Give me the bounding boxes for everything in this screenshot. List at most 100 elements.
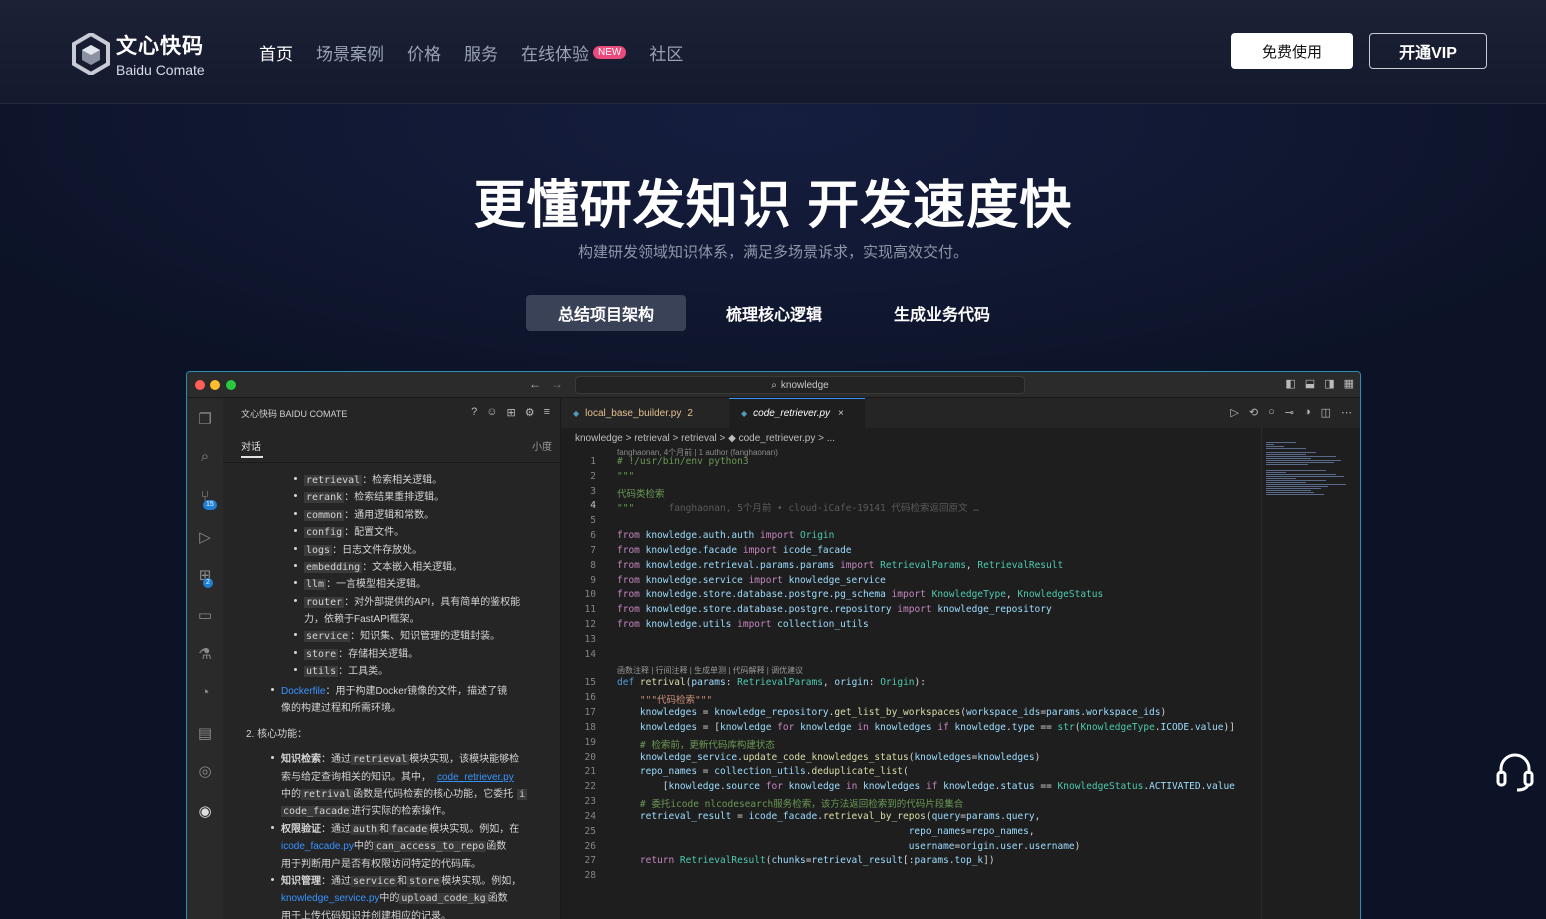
code-line[interactable]: 13 xyxy=(561,634,1261,649)
run-debug-icon[interactable]: ▷ xyxy=(195,528,215,548)
customer-support-icon[interactable] xyxy=(1496,752,1534,792)
back-arrow-icon[interactable]: ← xyxy=(529,377,541,391)
toggle-secondary-icon[interactable]: ◨ xyxy=(1324,377,1334,390)
more-icon[interactable]: ⋯ xyxy=(1341,406,1352,419)
text: 索与给定查询相关的知识。其中， xyxy=(281,772,431,783)
code-text: # 委托icode nlcodesearch服务检索，该方法返回检索到的代码片段… xyxy=(617,799,964,811)
code-line[interactable]: 5 xyxy=(561,515,1261,530)
menu-icon[interactable]: ≡ xyxy=(544,406,550,419)
nav-cases[interactable]: 场景案例 xyxy=(316,40,384,65)
remote-explorer-icon[interactable]: ▭ xyxy=(195,606,215,626)
free-use-button[interactable]: 免费使用 xyxy=(1231,33,1353,69)
user-icon[interactable]: ☺ xyxy=(486,406,497,419)
module-bullet xyxy=(294,494,297,497)
gear-icon[interactable]: ⚙ xyxy=(525,406,535,419)
forward-arrow-icon[interactable]: → xyxy=(551,377,563,391)
docker-icon[interactable]: ▤ xyxy=(195,724,215,744)
nav-community[interactable]: 社区 xyxy=(649,40,683,65)
code-line[interactable]: 27 return RetrievalResult(chunks=retriev… xyxy=(561,855,1261,870)
timeline-icon[interactable]: ◔ xyxy=(195,684,215,704)
code-line[interactable]: 16 """代码检索""" xyxy=(561,692,1261,707)
split-editor-icon[interactable]: ◫ xyxy=(1321,406,1331,419)
comate-icon[interactable]: ◉ xyxy=(195,802,215,822)
text: 和 xyxy=(379,824,390,835)
plugin-icon[interactable]: ⊞ xyxy=(506,406,515,419)
dockerfile-link[interactable]: Dockerfile xyxy=(281,686,325,697)
text: 模块实现。例如，在 xyxy=(429,824,520,835)
code-line[interactable]: 22 [knowledge.source for knowledge in kn… xyxy=(561,781,1261,796)
nav-home[interactable]: 首页 xyxy=(259,40,293,65)
line-number: 14 xyxy=(584,648,596,660)
git-graph-icon[interactable]: ◎ xyxy=(195,762,215,782)
code-line[interactable]: 12 from knowledge.utils import collection… xyxy=(561,619,1261,634)
module-code: store xyxy=(304,649,339,660)
code-line[interactable]: 23 # 委托icode nlcodesearch服务检索，该方法返回检索到的代… xyxy=(561,796,1261,811)
extensions-badge: 2 xyxy=(203,578,213,588)
code-line[interactable]: 9 from knowledge.service import knowledge… xyxy=(561,575,1261,590)
code-line[interactable]: 26 username=origin.user.username) xyxy=(561,841,1261,856)
logo[interactable]: 文心快码 Baidu Comate xyxy=(72,30,205,78)
code-line[interactable]: 21 repo_names = collection_utils.dedupli… xyxy=(561,766,1261,781)
close-tab-icon[interactable]: × xyxy=(838,408,844,419)
tab-summarize-architecture[interactable]: 总结项目架构 xyxy=(526,295,686,331)
code-line[interactable]: 14 xyxy=(561,649,1261,664)
feature-retrieval-line: 中的 retrival 函数是代码检索的核心功能，它委托 i xyxy=(281,785,528,800)
code-retriever-link[interactable]: code_retriever.py xyxy=(437,772,514,783)
close-dot-icon[interactable] xyxy=(195,380,205,390)
nav-pricing[interactable]: 价格 xyxy=(407,40,441,65)
layout-icon[interactable]: ▦ xyxy=(1344,377,1354,390)
icode-facade-link[interactable]: icode_facade.py xyxy=(281,841,354,852)
code-line[interactable]: 7 from knowledge.facade import icode_faca… xyxy=(561,545,1261,560)
next-change-icon[interactable]: ⊸ xyxy=(1285,406,1294,419)
code: i xyxy=(517,789,528,800)
code-line[interactable]: 28 xyxy=(561,870,1261,885)
tab-chat[interactable]: 对话 xyxy=(241,438,261,453)
tab-problem-count: 2 xyxy=(687,407,693,419)
code-line[interactable]: 1 # !/usr/bin/env python3 xyxy=(561,456,1261,471)
code-text: from knowledge.facade import icode_facad… xyxy=(617,544,852,556)
code-line[interactable]: 25 repo_names=repo_names, xyxy=(561,826,1261,841)
code-line[interactable]: 8 from knowledge.retrieval.params.params … xyxy=(561,560,1261,575)
tab-generate-code[interactable]: 生成业务代码 xyxy=(862,295,1022,331)
code-area[interactable]: 1 # !/usr/bin/env python3 2 """ 3 代码类检索 4 """ f… xyxy=(561,456,1261,919)
maximize-dot-icon[interactable] xyxy=(226,380,236,390)
run-icon[interactable]: ▷ xyxy=(1230,406,1238,419)
help-icon[interactable]: ? xyxy=(471,406,477,419)
explorer-icon[interactable]: ❐ xyxy=(195,410,215,430)
feature-retrieval: 知识检索：通过 retrieval 模块实现，该模块能够检 xyxy=(281,750,519,765)
git-lens-icon[interactable]: ◑ xyxy=(1304,406,1311,419)
toggle-sidebar-icon[interactable]: ◧ xyxy=(1285,377,1295,390)
minimap[interactable] xyxy=(1261,428,1360,919)
editor-tab-code-retriever[interactable]: ◆ code_retriever.py × xyxy=(729,398,865,428)
code-line[interactable]: 24 retrieval_result = icode_facade.retri… xyxy=(561,811,1261,826)
nav-online-trial[interactable]: 在线体验 NEW xyxy=(521,40,627,65)
circle-icon[interactable]: ○ xyxy=(1268,406,1275,419)
code-line[interactable]: 15 def retrival(params: RetrievalParams, … xyxy=(561,677,1261,692)
code-line[interactable]: 18 knowledges = [knowledge for knowledge… xyxy=(561,722,1261,737)
nav-services[interactable]: 服务 xyxy=(464,40,498,65)
search-icon[interactable]: ⌕ xyxy=(195,448,215,468)
code-line[interactable]: 17 knowledges = knowledge_repository.get… xyxy=(561,707,1261,722)
code-line[interactable]: 19 # 检索前，更新代码库构建状态 xyxy=(561,737,1261,752)
code-line[interactable]: 3 代码类检索 xyxy=(561,486,1261,501)
tab-core-logic[interactable]: 梳理核心逻辑 xyxy=(686,295,862,331)
open-vip-button[interactable]: 开通VIP xyxy=(1369,33,1487,69)
compare-icon[interactable]: ⟲ xyxy=(1249,406,1258,419)
line-number: 16 xyxy=(584,692,596,704)
code-line[interactable]: 6 from knowledge.auth.auth import Origin xyxy=(561,530,1261,545)
assistant-name[interactable]: 小度 xyxy=(532,438,552,453)
code-line[interactable]: 20 knowledge_service.update_code_knowled… xyxy=(561,752,1261,767)
editor-tab-local-base-builder[interactable]: ◆ local_base_builder.py 2 xyxy=(561,398,729,428)
code-line[interactable]: 4 """ fanghaonan, 5个月前 • cloud-iCafe-1914… xyxy=(561,500,1261,515)
minimize-dot-icon[interactable] xyxy=(210,380,220,390)
testing-flask-icon[interactable]: ⚗ xyxy=(195,645,215,665)
breadcrumb[interactable]: knowledge > retrieval > retrieval > ◆ co… xyxy=(575,433,835,444)
feature-auth: 权限验证：通过 auth 和 facade 模块实现。例如，在 xyxy=(281,820,519,835)
knowledge-service-link[interactable]: knowledge_service.py xyxy=(281,893,379,904)
code-line[interactable]: 11 from knowledge.store.database.postgre.… xyxy=(561,604,1261,619)
command-search[interactable]: ⌕ knowledge xyxy=(575,376,1025,394)
toggle-panel-icon[interactable]: ⬓ xyxy=(1305,377,1315,390)
codelens-actions[interactable]: 函数注释 | 行间注释 | 生成单测 | 代码解释 | 调优建议 xyxy=(617,665,803,676)
code-line[interactable]: 2 """ xyxy=(561,471,1261,486)
code-line[interactable]: 10 from knowledge.store.database.postgre.… xyxy=(561,589,1261,604)
